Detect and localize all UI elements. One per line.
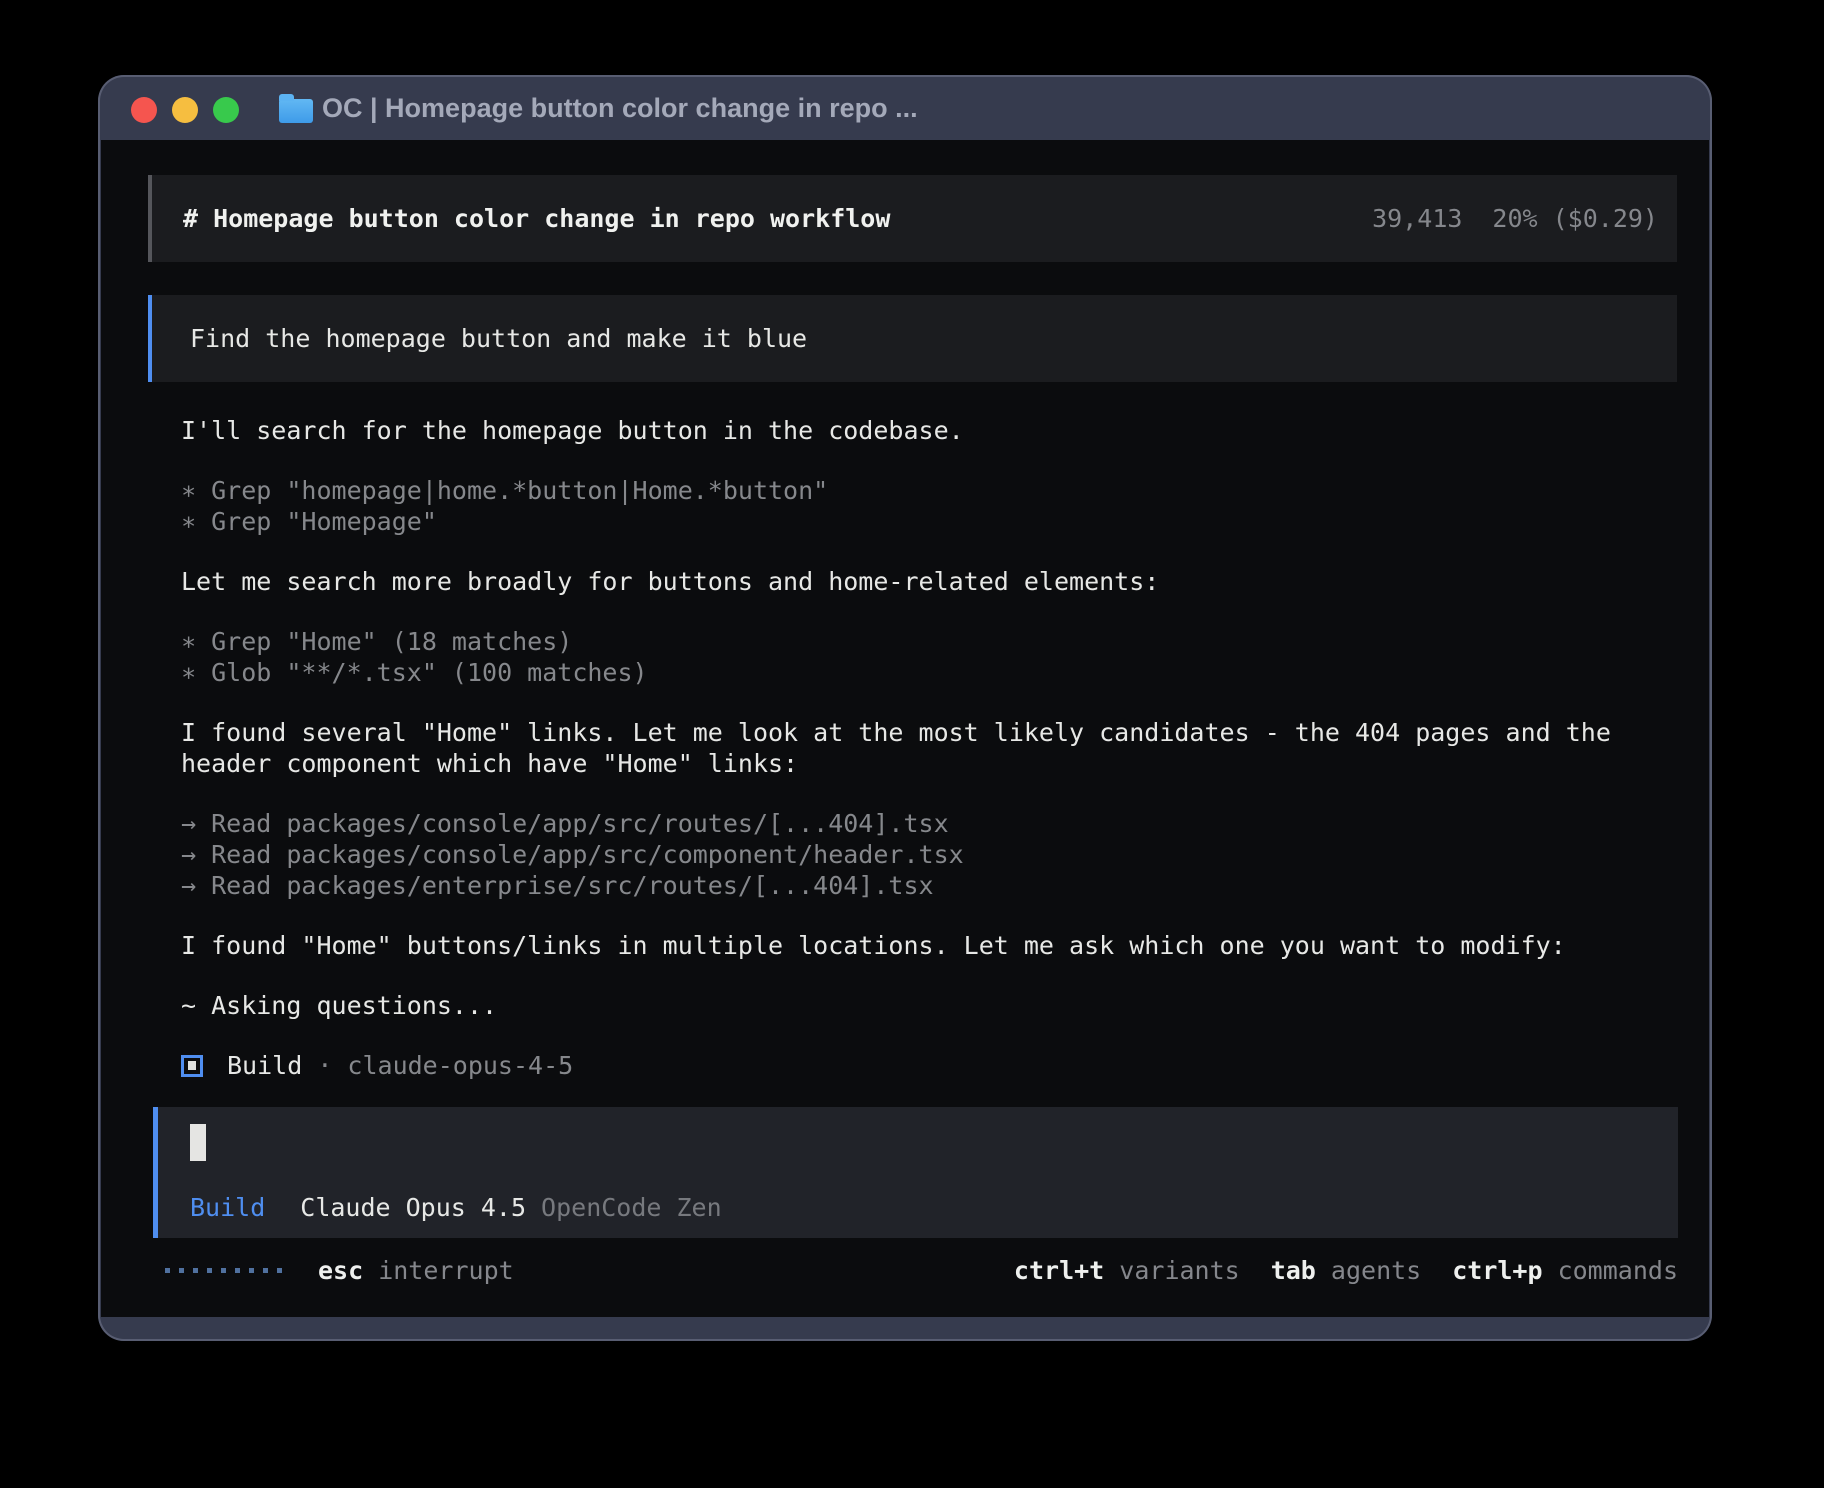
shortcut-label: commands [1543, 1256, 1678, 1285]
token-count: 39,413 [1372, 204, 1462, 233]
user-message: Find the homepage button and make it blu… [148, 295, 1677, 382]
prompt-input[interactable]: Build Claude Opus 4.5 OpenCode Zen [153, 1107, 1678, 1238]
spinner-dot [207, 1268, 212, 1273]
status-bar: esc interrupt ctrl+t variantstab agentsc… [165, 1255, 1678, 1286]
spinner-dot [179, 1268, 184, 1273]
model-name: Claude Opus 4.5 [300, 1192, 526, 1223]
tool-call-line: → Read packages/console/app/src/componen… [181, 839, 1681, 870]
terminal-content: # Homepage button color change in repo w… [101, 140, 1709, 1317]
user-message-text: Find the homepage button and make it blu… [190, 324, 807, 353]
session-stats: 39,413 20% ($0.29) [1372, 204, 1658, 233]
separator-dot: · [302, 1050, 347, 1081]
assistant-text: I found "Home" buttons/links in multiple… [181, 930, 1681, 961]
agent-name: Build [190, 1192, 265, 1223]
spinner-dot [221, 1268, 226, 1273]
shortcut-hint: esc interrupt [318, 1256, 514, 1285]
shortcut-key: esc [318, 1256, 363, 1285]
conversation: I'll search for the homepage button in t… [181, 415, 1681, 1081]
agent-square-icon [181, 1055, 203, 1077]
window-title: OC | Homepage button color change in rep… [322, 75, 918, 140]
assistant-text: Let me search more broadly for buttons a… [181, 566, 1681, 597]
session-header: # Homepage button color change in repo w… [148, 175, 1677, 262]
status-hints-right: ctrl+t variants tab agents ctrl+p commands [1014, 1256, 1678, 1285]
tool-call-line: ∗ Grep "Homepage" [181, 506, 1681, 537]
traffic-lights [131, 97, 239, 123]
tool-call-line: ∗ Grep "Home" (18 matches) [181, 626, 1681, 657]
assistant-text: ~ Asking questions... [181, 990, 1681, 1021]
close-button[interactable] [131, 97, 157, 123]
prompt-meta: Build Claude Opus 4.5 OpenCode Zen [190, 1192, 1678, 1223]
spinner-dot [277, 1268, 282, 1273]
tool-call-line: → Read packages/enterprise/src/routes/[.… [181, 870, 1681, 901]
tool-call-group: ∗ Grep "homepage|home.*button|Home.*butt… [181, 475, 1681, 537]
shortcut-hint: ctrl+p commands [1452, 1256, 1678, 1285]
zoom-button[interactable] [213, 97, 239, 123]
tool-call-line: → Read packages/console/app/src/routes/[… [181, 808, 1681, 839]
shortcut-key: tab [1271, 1256, 1316, 1285]
tool-call-line: ∗ Glob "**/*.tsx" (100 matches) [181, 657, 1681, 688]
assistant-text: I found several "Home" links. Let me loo… [181, 717, 1681, 779]
tool-call-line: ∗ Grep "homepage|home.*button|Home.*butt… [181, 475, 1681, 506]
agent-model: claude-opus-4-5 [347, 1050, 573, 1081]
spinner-dot [263, 1268, 268, 1273]
shortcut-label: variants [1104, 1256, 1239, 1285]
shortcut-label: agents [1316, 1256, 1421, 1285]
shortcut-key: ctrl+t [1014, 1256, 1104, 1285]
shortcut-key: ctrl+p [1452, 1256, 1542, 1285]
spinner-dots-icon [165, 1268, 282, 1273]
spinner-dot [165, 1268, 170, 1273]
tool-call-group: → Read packages/console/app/src/routes/[… [181, 808, 1681, 901]
agent-status-row: Build · claude-opus-4-5 [181, 1050, 1681, 1081]
assistant-text: I'll search for the homepage button in t… [181, 415, 1681, 446]
provider-name: OpenCode Zen [541, 1192, 722, 1223]
session-title: # Homepage button color change in repo w… [183, 204, 890, 233]
status-left: esc interrupt [165, 1256, 514, 1285]
spinner-dot [249, 1268, 254, 1273]
spinner-dot [235, 1268, 240, 1273]
shortcut-hint: tab agents [1271, 1256, 1422, 1285]
spinner-dot [193, 1268, 198, 1273]
shortcut-hint: ctrl+t variants [1014, 1256, 1240, 1285]
folder-icon [279, 99, 313, 123]
minimize-button[interactable] [172, 97, 198, 123]
terminal-window: OC | Homepage button color change in rep… [98, 75, 1712, 1341]
text-cursor [190, 1124, 206, 1161]
agent-label: Build [227, 1050, 302, 1081]
desktop: { "window": { "title": "OC | Homepage bu… [0, 0, 1824, 1488]
shortcut-label: interrupt [363, 1256, 514, 1285]
status-hints-left: esc interrupt [318, 1256, 514, 1285]
window-titlebar[interactable]: OC | Homepage button color change in rep… [98, 75, 1712, 140]
tool-call-group: ∗ Grep "Home" (18 matches)∗ Glob "**/*.t… [181, 626, 1681, 688]
context-usage: 20% ($0.29) [1492, 204, 1658, 233]
